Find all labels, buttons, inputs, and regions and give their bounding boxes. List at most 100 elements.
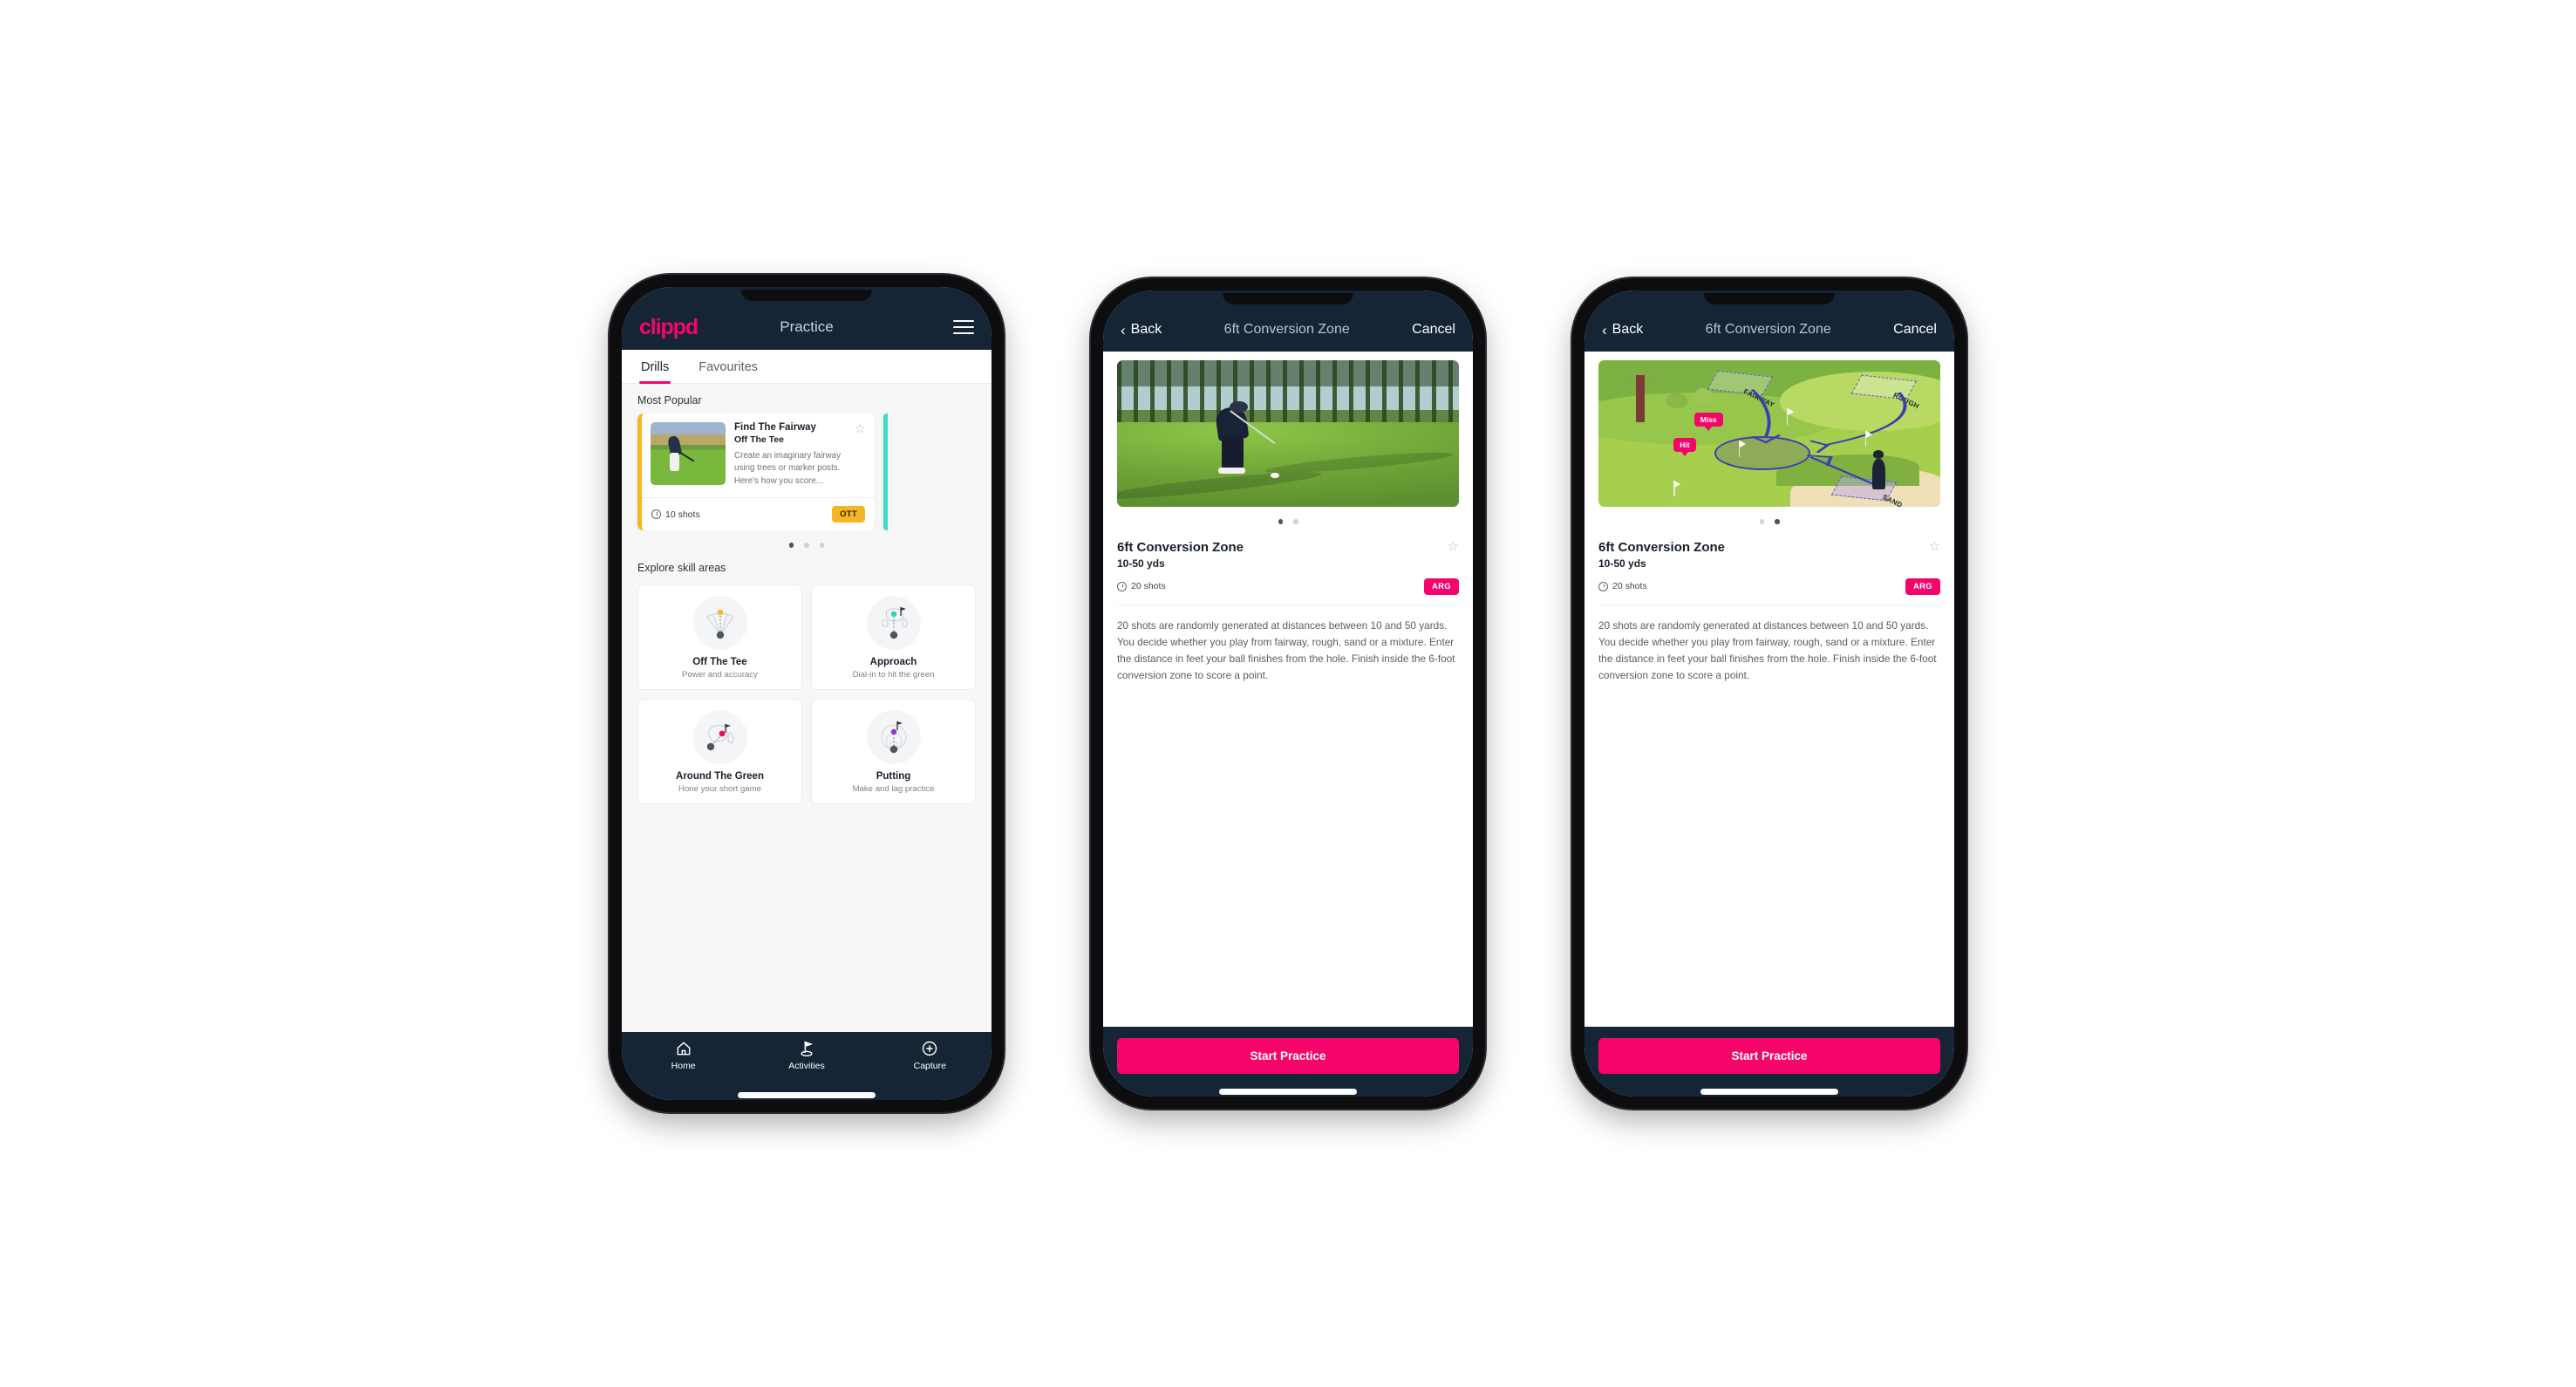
start-practice-button[interactable]: Start Practice	[1117, 1038, 1459, 1074]
skill-card-off-the-tee[interactable]: Off The Tee Power and accuracy	[637, 584, 802, 690]
clippd-logo: clippd	[639, 314, 699, 339]
drill-card-next-peek[interactable]	[883, 413, 890, 531]
drill-thumbnail	[651, 422, 726, 485]
shots-count: 20 shots	[1598, 581, 1647, 591]
tab-capture[interactable]: Capture	[869, 1040, 991, 1071]
home-indicator	[1219, 1089, 1357, 1095]
clock-icon	[1117, 581, 1127, 591]
skill-card-around-the-green[interactable]: Around The Green Hone your short game	[637, 698, 802, 804]
phone-practice-list: clippd Practice Drills Favourites Most P…	[610, 275, 1004, 1112]
skill-card-approach[interactable]: Approach Dial-in to hit the green	[811, 584, 976, 690]
skill-desc: Hone your short game	[678, 783, 761, 794]
drill-yardage: 10-50 yds	[1117, 557, 1165, 570]
phone-notch	[741, 290, 872, 301]
cancel-button[interactable]: Cancel	[1412, 322, 1455, 338]
drill-title: 6ft Conversion Zone	[1598, 539, 1726, 555]
media-dots	[1584, 507, 1954, 528]
shots-label: 20 shots	[1612, 581, 1647, 591]
star-outline-icon[interactable]: ☆	[1926, 540, 1940, 553]
skill-desc: Power and accuracy	[682, 669, 758, 680]
drill-card[interactable]: Find The Fairway Off The Tee Create an i…	[637, 413, 875, 531]
home-icon	[677, 1042, 691, 1056]
flag-icon	[1864, 430, 1871, 448]
phone-drill-detail-photo: ‹ Back 6ft Conversion Zone Cancel 6ft Co…	[1091, 278, 1485, 1109]
phone-drill-detail-diagram: ‹ Back 6ft Conversion Zone Cancel FAIRWA…	[1572, 278, 1966, 1109]
shot-path-arrows	[1750, 389, 1907, 488]
tab-drills[interactable]: Drills	[639, 350, 671, 384]
tab-activities[interactable]: Activities	[746, 1040, 868, 1071]
shots-count: 20 shots	[1117, 581, 1166, 591]
back-label: Back	[1130, 322, 1162, 337]
skill-name: Putting	[876, 770, 911, 782]
tab-label: Capture	[913, 1061, 946, 1071]
status-badge: OTT	[832, 506, 865, 523]
phone-screen: ‹ Back 6ft Conversion Zone Cancel	[1584, 290, 1954, 1097]
shots-label: 20 shots	[1131, 581, 1166, 591]
putting-rings-icon	[866, 709, 921, 764]
bottom-tab-bar: Home Activities Capture	[622, 1032, 992, 1100]
flag-icon	[1673, 480, 1680, 497]
shots-label: 10 shots	[665, 509, 700, 520]
detail-title-header: 6ft Conversion Zone	[1223, 322, 1350, 337]
most-popular-label: Most Popular	[637, 394, 702, 407]
drill-carousel[interactable]: Find The Fairway Off The Tee Create an i…	[622, 413, 992, 531]
media-dots	[1103, 507, 1473, 528]
scroll-body: Most Popular Find The Fairway Off The Te…	[622, 384, 992, 1032]
golfer-chipping-photo	[1117, 360, 1459, 507]
cancel-button[interactable]: Cancel	[1893, 322, 1937, 338]
media-dot[interactable]	[1759, 519, 1764, 524]
flag-icon	[1786, 408, 1792, 425]
screenshot-stage: clippd Practice Drills Favourites Most P…	[0, 0, 2576, 1387]
approach-green-icon	[866, 595, 921, 650]
media-dot[interactable]	[1278, 519, 1283, 524]
clock-icon	[651, 509, 661, 520]
phone-screen: ‹ Back 6ft Conversion Zone Cancel	[1103, 290, 1473, 1097]
phone-screen: clippd Practice Drills Favourites Most P…	[622, 287, 992, 1100]
carousel-dot[interactable]	[788, 543, 794, 548]
skill-name: Around The Green	[676, 770, 764, 782]
media-dot[interactable]	[1775, 519, 1780, 524]
drill-card-footer: 10 shots OTT	[642, 497, 875, 530]
drill-title: Find The Fairway	[734, 422, 816, 433]
skill-card-putting[interactable]: Putting Make and lag practice	[811, 698, 976, 804]
media-dot[interactable]	[1293, 519, 1298, 524]
star-outline-icon[interactable]: ☆	[1445, 540, 1459, 553]
drill-media-photo[interactable]	[1117, 360, 1459, 507]
back-label: Back	[1612, 322, 1644, 337]
tab-home[interactable]: Home	[623, 1040, 745, 1071]
drill-description: 20 shots are randomly generated at dista…	[1117, 618, 1455, 681]
tab-label: Activities	[788, 1061, 825, 1071]
skill-name: Off The Tee	[692, 656, 747, 667]
back-button[interactable]: ‹ Back	[1602, 322, 1643, 338]
back-button[interactable]: ‹ Back	[1121, 322, 1162, 338]
drill-info: Find The Fairway Off The Tee Create an i…	[734, 422, 843, 488]
around-green-icon	[692, 709, 747, 764]
tab-favourites[interactable]: Favourites	[697, 350, 760, 383]
skill-name: Approach	[869, 656, 917, 667]
hamburger-icon[interactable]	[953, 320, 974, 334]
shots-count: 10 shots	[651, 509, 700, 520]
detail-header: 6ft Conversion Zone 10-50 yds ☆ 20 shots…	[1584, 528, 1954, 595]
chevron-left-icon: ‹	[1121, 321, 1126, 338]
star-outline-icon[interactable]: ☆	[852, 422, 866, 488]
phone-notch	[1223, 293, 1353, 304]
start-practice-button[interactable]: Start Practice	[1598, 1038, 1940, 1074]
detail-body: FAIRWAY ROUGH SAND Miss Hit 6ft Conversi…	[1584, 352, 1954, 1027]
tab-bar: Drills Favourites	[622, 350, 992, 384]
plus-circle-icon	[923, 1041, 937, 1056]
skill-desc: Dial-in to hit the green	[852, 669, 935, 680]
drill-yardage: 10-50 yds	[1598, 557, 1646, 570]
detail-header: 6ft Conversion Zone 10-50 yds ☆ 20 shots…	[1103, 528, 1473, 595]
cta-footer: Start Practice	[1103, 1027, 1473, 1097]
drill-media-diagram[interactable]: FAIRWAY ROUGH SAND Miss Hit	[1598, 360, 1940, 507]
cta-footer: Start Practice	[1584, 1027, 1954, 1097]
chevron-left-icon: ‹	[1602, 321, 1607, 338]
detail-title-header: 6ft Conversion Zone	[1705, 322, 1831, 337]
carousel-dot[interactable]	[804, 543, 809, 548]
skill-desc: Make and lag practice	[852, 783, 935, 794]
explore-skills-label: Explore skill areas	[637, 561, 726, 574]
drill-title: 6ft Conversion Zone	[1117, 539, 1244, 555]
drill-card-top: Find The Fairway Off The Tee Create an i…	[642, 413, 875, 497]
golfer-figure	[1871, 450, 1886, 489]
carousel-dot[interactable]	[819, 543, 825, 548]
